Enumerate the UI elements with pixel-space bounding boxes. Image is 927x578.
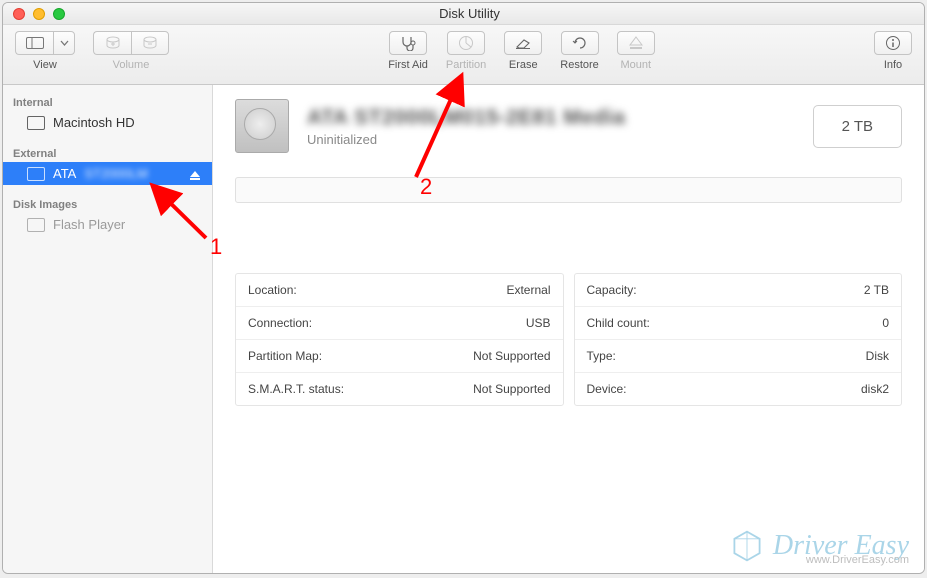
external-disk-icon (27, 167, 45, 181)
restore-group: Restore (560, 31, 599, 71)
info-row: Partition Map: Not Supported (236, 340, 563, 373)
view-sidebar-button[interactable] (15, 31, 53, 55)
drive-status: Uninitialized (307, 132, 795, 147)
disk-image-icon (27, 218, 45, 232)
sidebar-item-external-ata[interactable]: ATA ST2000LM (3, 162, 212, 185)
info-key: S.M.A.R.T. status: (248, 382, 344, 396)
sidebar-header-external: External (3, 144, 212, 162)
sidebar-item-label: Macintosh HD (53, 115, 135, 130)
view-group: View (15, 31, 75, 71)
sidebar-header-images: Disk Images (3, 195, 212, 213)
info-group: Info (874, 31, 912, 71)
watermark: Driver Easy www.DriverEasy.com (729, 528, 909, 564)
restore-label: Restore (560, 59, 599, 71)
sidebar-icon (26, 37, 44, 49)
restore-button[interactable] (561, 31, 599, 55)
sidebar-item-label: Flash Player (53, 217, 125, 232)
info-value: 0 (882, 316, 889, 330)
volume-remove-icon (142, 36, 158, 50)
restore-icon (572, 35, 588, 51)
volume-add-button[interactable] (93, 31, 131, 55)
view-label: View (33, 59, 57, 71)
sidebar: Internal Macintosh HD External ATA ST200… (3, 85, 213, 573)
info-key: Type: (587, 349, 616, 363)
body: Internal Macintosh HD External ATA ST200… (3, 85, 924, 573)
sidebar-item-label: ATA (53, 166, 76, 181)
info-row: Connection: USB (236, 307, 563, 340)
sidebar-item-macintosh-hd[interactable]: Macintosh HD (3, 111, 212, 134)
info-column-right: Capacity: 2 TB Child count: 0 Type: Disk Devic… (574, 273, 903, 406)
eject-icon[interactable] (190, 171, 200, 177)
info-row: Location: External (236, 274, 563, 307)
stethoscope-icon (398, 35, 418, 51)
info-value: disk2 (861, 382, 889, 396)
info-row: Device: disk2 (575, 373, 902, 405)
erase-button[interactable] (504, 31, 542, 55)
info-value: Disk (866, 349, 889, 363)
info-button[interactable] (874, 31, 912, 55)
erase-group: Erase (504, 31, 542, 71)
titlebar: Disk Utility (3, 3, 924, 25)
pie-icon (458, 35, 474, 51)
annotation-number-2: 2 (420, 174, 432, 200)
sidebar-header-internal: Internal (3, 93, 212, 111)
info-row: Child count: 0 (575, 307, 902, 340)
info-key: Partition Map: (248, 349, 322, 363)
info-key: Device: (587, 382, 627, 396)
main-pane: ATA ST2000LM015-2E81 Media Uninitialized… (213, 85, 924, 573)
mount-button[interactable] (617, 31, 655, 55)
volume-group: Volume (93, 31, 169, 71)
partition-button[interactable] (447, 31, 485, 55)
sidebar-item-blurred-suffix: ST2000LM (84, 166, 148, 181)
annotation-number-1: 1 (210, 234, 222, 260)
watermark-logo-icon (729, 528, 765, 564)
sidebar-item-flash-player[interactable]: Flash Player (3, 213, 212, 236)
toolbar: View Volume First Aid Par (3, 25, 924, 85)
volume-label: Volume (113, 59, 150, 71)
info-value: External (506, 283, 550, 297)
partition-bar (235, 177, 902, 203)
info-icon (885, 35, 901, 51)
info-key: Capacity: (587, 283, 637, 297)
info-value: Not Supported (473, 382, 550, 396)
volume-add-icon (105, 36, 121, 50)
watermark-url: www.DriverEasy.com (806, 554, 909, 566)
first-aid-label: First Aid (388, 59, 428, 71)
first-aid-group: First Aid (388, 31, 428, 71)
info-column-left: Location: External Connection: USB Partition… (235, 273, 564, 406)
disk-utility-window: Disk Utility View Vol (2, 2, 925, 574)
info-row: Type: Disk (575, 340, 902, 373)
first-aid-button[interactable] (389, 31, 427, 55)
info-key: Connection: (248, 316, 312, 330)
erase-label: Erase (509, 59, 538, 71)
info-row: Capacity: 2 TB (575, 274, 902, 307)
partition-group: Partition (446, 31, 486, 71)
volume-remove-button[interactable] (131, 31, 169, 55)
partition-label: Partition (446, 59, 486, 71)
info-value: 2 TB (864, 283, 889, 297)
drive-name: ATA ST2000LM015-2E81 Media (307, 106, 795, 130)
view-menu-button[interactable] (53, 31, 75, 55)
info-row: S.M.A.R.T. status: Not Supported (236, 373, 563, 405)
drive-header: ATA ST2000LM015-2E81 Media Uninitialized… (235, 99, 902, 153)
mount-label: Mount (621, 59, 652, 71)
chevron-down-icon (60, 40, 69, 46)
info-label: Info (884, 59, 902, 71)
mount-icon (629, 36, 643, 50)
window-title: Disk Utility (15, 6, 924, 21)
info-grid: Location: External Connection: USB Partition… (235, 273, 902, 406)
capacity-button[interactable]: 2 TB (813, 105, 902, 148)
hard-drive-icon (235, 99, 289, 153)
mount-group: Mount (617, 31, 655, 71)
info-value: USB (526, 316, 551, 330)
info-value: Not Supported (473, 349, 550, 363)
info-key: Location: (248, 283, 297, 297)
erase-icon (514, 36, 532, 50)
info-key: Child count: (587, 316, 650, 330)
internal-disk-icon (27, 116, 45, 130)
